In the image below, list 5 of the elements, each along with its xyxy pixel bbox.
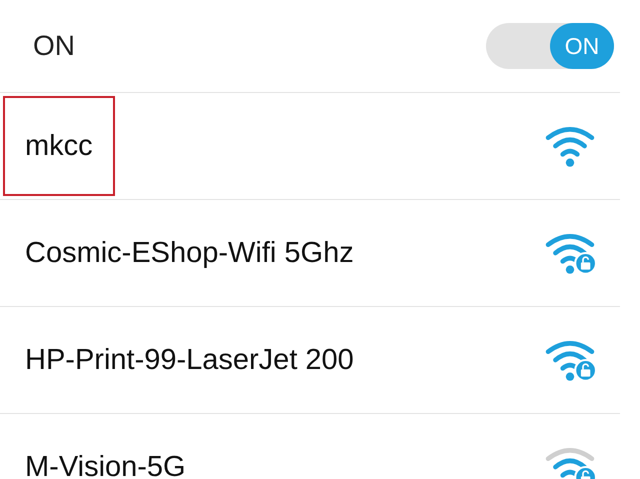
wifi-status-label: ON (33, 30, 75, 62)
network-name[interactable]: M-Vision-5G (3, 417, 208, 479)
network-name[interactable]: HP-Print-99-LaserJet 200 (3, 310, 376, 410)
network-name[interactable]: Cosmic-EShop-Wifi 5Ghz (3, 203, 376, 303)
network-name[interactable]: mkcc (3, 96, 115, 196)
